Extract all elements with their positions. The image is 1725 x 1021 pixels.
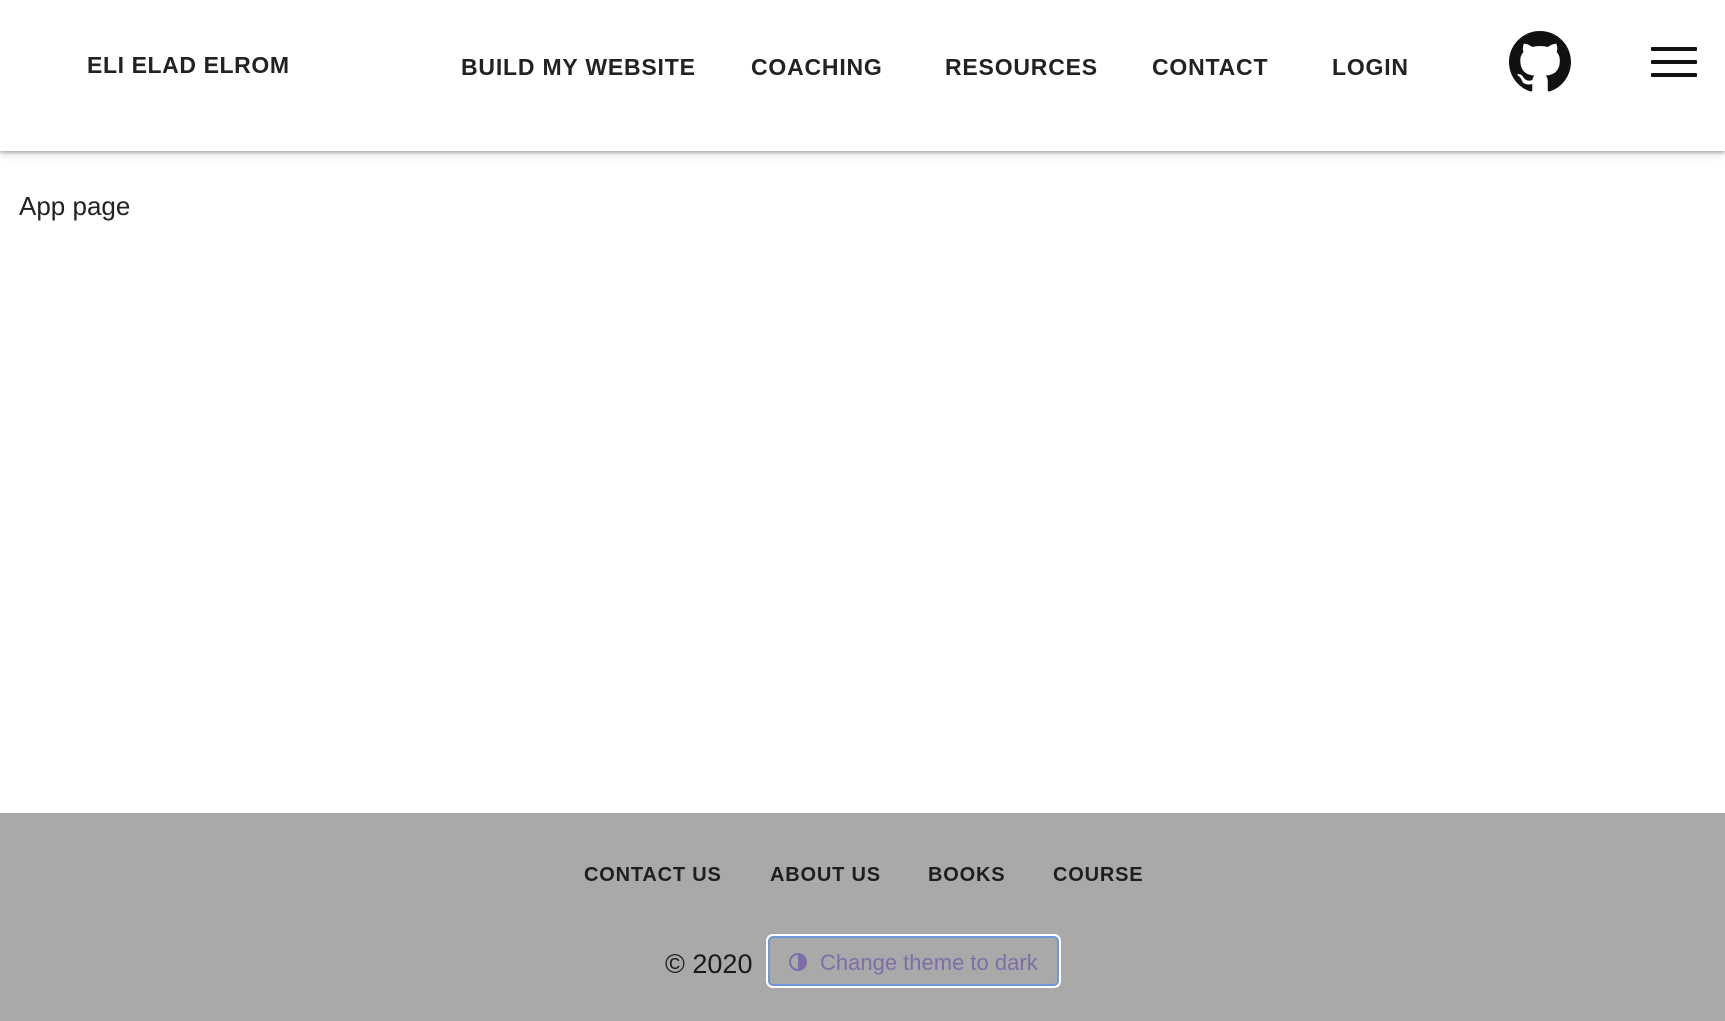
change-theme-label: Change theme to dark	[820, 950, 1038, 975]
footer-link-books[interactable]: BOOKS	[928, 864, 1005, 887]
footer-link-contact-us[interactable]: CONTACT US	[584, 864, 722, 887]
footer-link-course[interactable]: COURSE	[1053, 864, 1143, 887]
page-text: App page	[19, 191, 131, 221]
footer-link-about-us[interactable]: ABOUT US	[770, 864, 881, 887]
site-header: ELI ELAD ELROM BUILD MY WEBSITE COACHING…	[0, 0, 1725, 151]
github-icon[interactable]	[1509, 31, 1571, 93]
site-footer	[0, 813, 1725, 1021]
hamburger-menu-icon[interactable]	[1651, 45, 1697, 79]
site-brand[interactable]: ELI ELAD ELROM	[87, 52, 290, 79]
nav-coaching[interactable]: COACHING	[751, 54, 883, 81]
contrast-icon	[788, 952, 808, 972]
nav-build-my-website[interactable]: BUILD MY WEBSITE	[461, 54, 696, 81]
copyright-text: © 2020	[665, 949, 753, 979]
change-theme-button[interactable]: Change theme to dark	[768, 936, 1059, 986]
nav-resources[interactable]: RESOURCES	[945, 54, 1098, 81]
nav-contact[interactable]: CONTACT	[1152, 54, 1268, 81]
nav-login[interactable]: LOGIN	[1332, 54, 1409, 81]
